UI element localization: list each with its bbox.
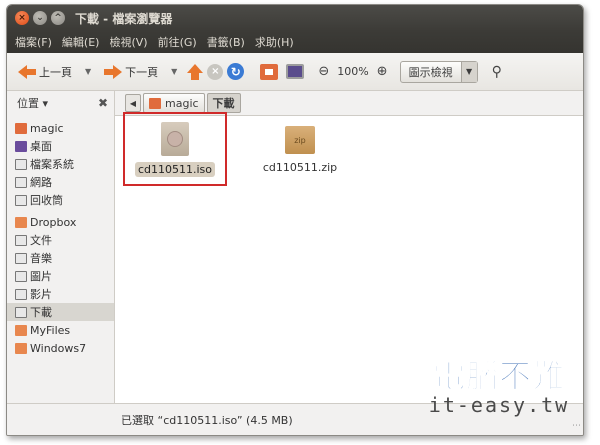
sidebar-item-magic[interactable]: magic: [7, 119, 114, 137]
back-label: 上一頁: [39, 65, 72, 79]
back-arrow-icon: [18, 64, 36, 79]
chevron-down-icon: ▼: [460, 61, 477, 82]
computer-icon[interactable]: [286, 64, 305, 79]
music-folder-icon: [15, 252, 27, 264]
watermark-title: 電腦不難: [432, 357, 565, 395]
folder-icon: [15, 324, 27, 336]
window-controls: × ⌄ ^: [15, 11, 65, 25]
home-folder-icon[interactable]: [260, 63, 279, 80]
forward-history-dropdown[interactable]: ▼: [171, 67, 177, 76]
zoom-in-icon[interactable]: ⊕: [377, 64, 388, 79]
maximize-window-button[interactable]: ^: [51, 11, 65, 25]
breadcrumb-downloads[interactable]: 下載: [206, 93, 241, 113]
menu-edit[interactable]: 編輯(E): [60, 32, 102, 52]
desktop-icon: [15, 140, 27, 152]
sidebar-item-network[interactable]: 網路: [7, 173, 114, 191]
menu-file[interactable]: 檔案(F): [13, 32, 54, 52]
folder-icon: [15, 342, 27, 354]
title-bar: × ⌄ ^ 下載 - 檔案瀏覽器: [7, 5, 583, 31]
sidebar-item-filesystem[interactable]: 檔案系統: [7, 155, 114, 173]
view-mode-select[interactable]: 圖示檢視 ▼: [399, 60, 478, 83]
menu-bar: 檔案(F) 編輯(E) 檢視(V) 前往(G) 書籤(B) 求助(H): [7, 31, 583, 53]
sidebar-header: 位置 ▾ ✖: [7, 91, 114, 115]
downloads-folder-icon: [15, 306, 27, 318]
documents-folder-icon: [15, 234, 27, 246]
stop-icon[interactable]: ×: [207, 63, 224, 80]
home-icon: [149, 97, 161, 109]
zip-archive-icon: zip: [285, 126, 315, 154]
menu-go[interactable]: 前往(G): [156, 32, 199, 52]
drive-icon: [15, 158, 27, 170]
sidebar-item-windows7[interactable]: Windows7: [7, 339, 114, 357]
menu-bookmarks[interactable]: 書籤(B): [205, 32, 247, 52]
back-button[interactable]: 上一頁: [15, 61, 75, 83]
zoom-level: 100%: [337, 65, 369, 78]
back-history-dropdown[interactable]: ▼: [85, 67, 91, 76]
home-icon: [15, 122, 27, 134]
close-sidebar-icon[interactable]: ✖: [98, 96, 108, 110]
watermark-logo: 電腦不難 it-easy.tw: [424, 357, 574, 417]
toolbar: 上一頁 ▼ 下一頁 ▼ × ↻ ⊖ 100% ⊕ 圖示檢視 ▼ ⚲: [7, 53, 583, 91]
videos-folder-icon: [15, 288, 27, 300]
forward-label: 下一頁: [125, 65, 159, 79]
forward-arrow-icon: [104, 64, 123, 79]
view-mode-value: 圖示檢視: [408, 65, 453, 79]
sidebar-item-trash[interactable]: 回收筒: [7, 191, 114, 209]
minimize-window-button[interactable]: ⌄: [33, 11, 47, 25]
zoom-out-icon[interactable]: ⊖: [318, 64, 329, 79]
places-sidebar: 位置 ▾ ✖ magic 桌面 檔案系統 網路 回收筒 Dropbox 文件 音…: [7, 91, 115, 405]
folder-icon: [15, 216, 27, 228]
breadcrumb-magic[interactable]: magic: [143, 93, 205, 113]
highlight-annotation: [123, 112, 227, 186]
menu-view[interactable]: 檢視(V): [107, 32, 149, 52]
search-icon[interactable]: ⚲: [492, 64, 502, 80]
pictures-folder-icon: [15, 270, 27, 282]
sidebar-item-videos[interactable]: 影片: [7, 285, 114, 303]
path-scroll-left-button[interactable]: ◀: [125, 94, 141, 112]
up-arrow-icon[interactable]: [187, 63, 204, 80]
close-window-button[interactable]: ×: [15, 11, 29, 25]
status-text: 已選取 “cd110511.iso” (4.5 MB): [121, 413, 293, 427]
file-item-zip[interactable]: zip cd110511.zip: [255, 122, 345, 175]
sidebar-item-downloads[interactable]: 下載: [7, 303, 114, 321]
sidebar-item-documents[interactable]: 文件: [7, 231, 114, 249]
reload-icon[interactable]: ↻: [227, 63, 245, 80]
menu-help[interactable]: 求助(H): [253, 32, 296, 52]
sidebar-item-pictures[interactable]: 圖片: [7, 267, 114, 285]
file-name: cd110511.zip: [262, 161, 338, 174]
trash-icon: [15, 194, 27, 206]
watermark-subtitle: it-easy.tw: [428, 393, 570, 417]
resize-grip-icon[interactable]: ⋯: [572, 421, 581, 431]
window-title: 下載 - 檔案瀏覽器: [75, 11, 173, 26]
forward-button[interactable]: 下一頁: [101, 61, 161, 83]
sidebar-item-desktop[interactable]: 桌面: [7, 137, 114, 155]
sidebar-item-dropbox[interactable]: Dropbox: [7, 213, 114, 231]
sidebar-item-music[interactable]: 音樂: [7, 249, 114, 267]
sidebar-item-myfiles[interactable]: MyFiles: [7, 321, 114, 339]
sidebar-list: magic 桌面 檔案系統 網路 回收筒 Dropbox 文件 音樂 圖片 影片…: [7, 115, 114, 357]
network-icon: [15, 176, 27, 188]
places-dropdown[interactable]: 位置 ▾: [17, 95, 48, 111]
